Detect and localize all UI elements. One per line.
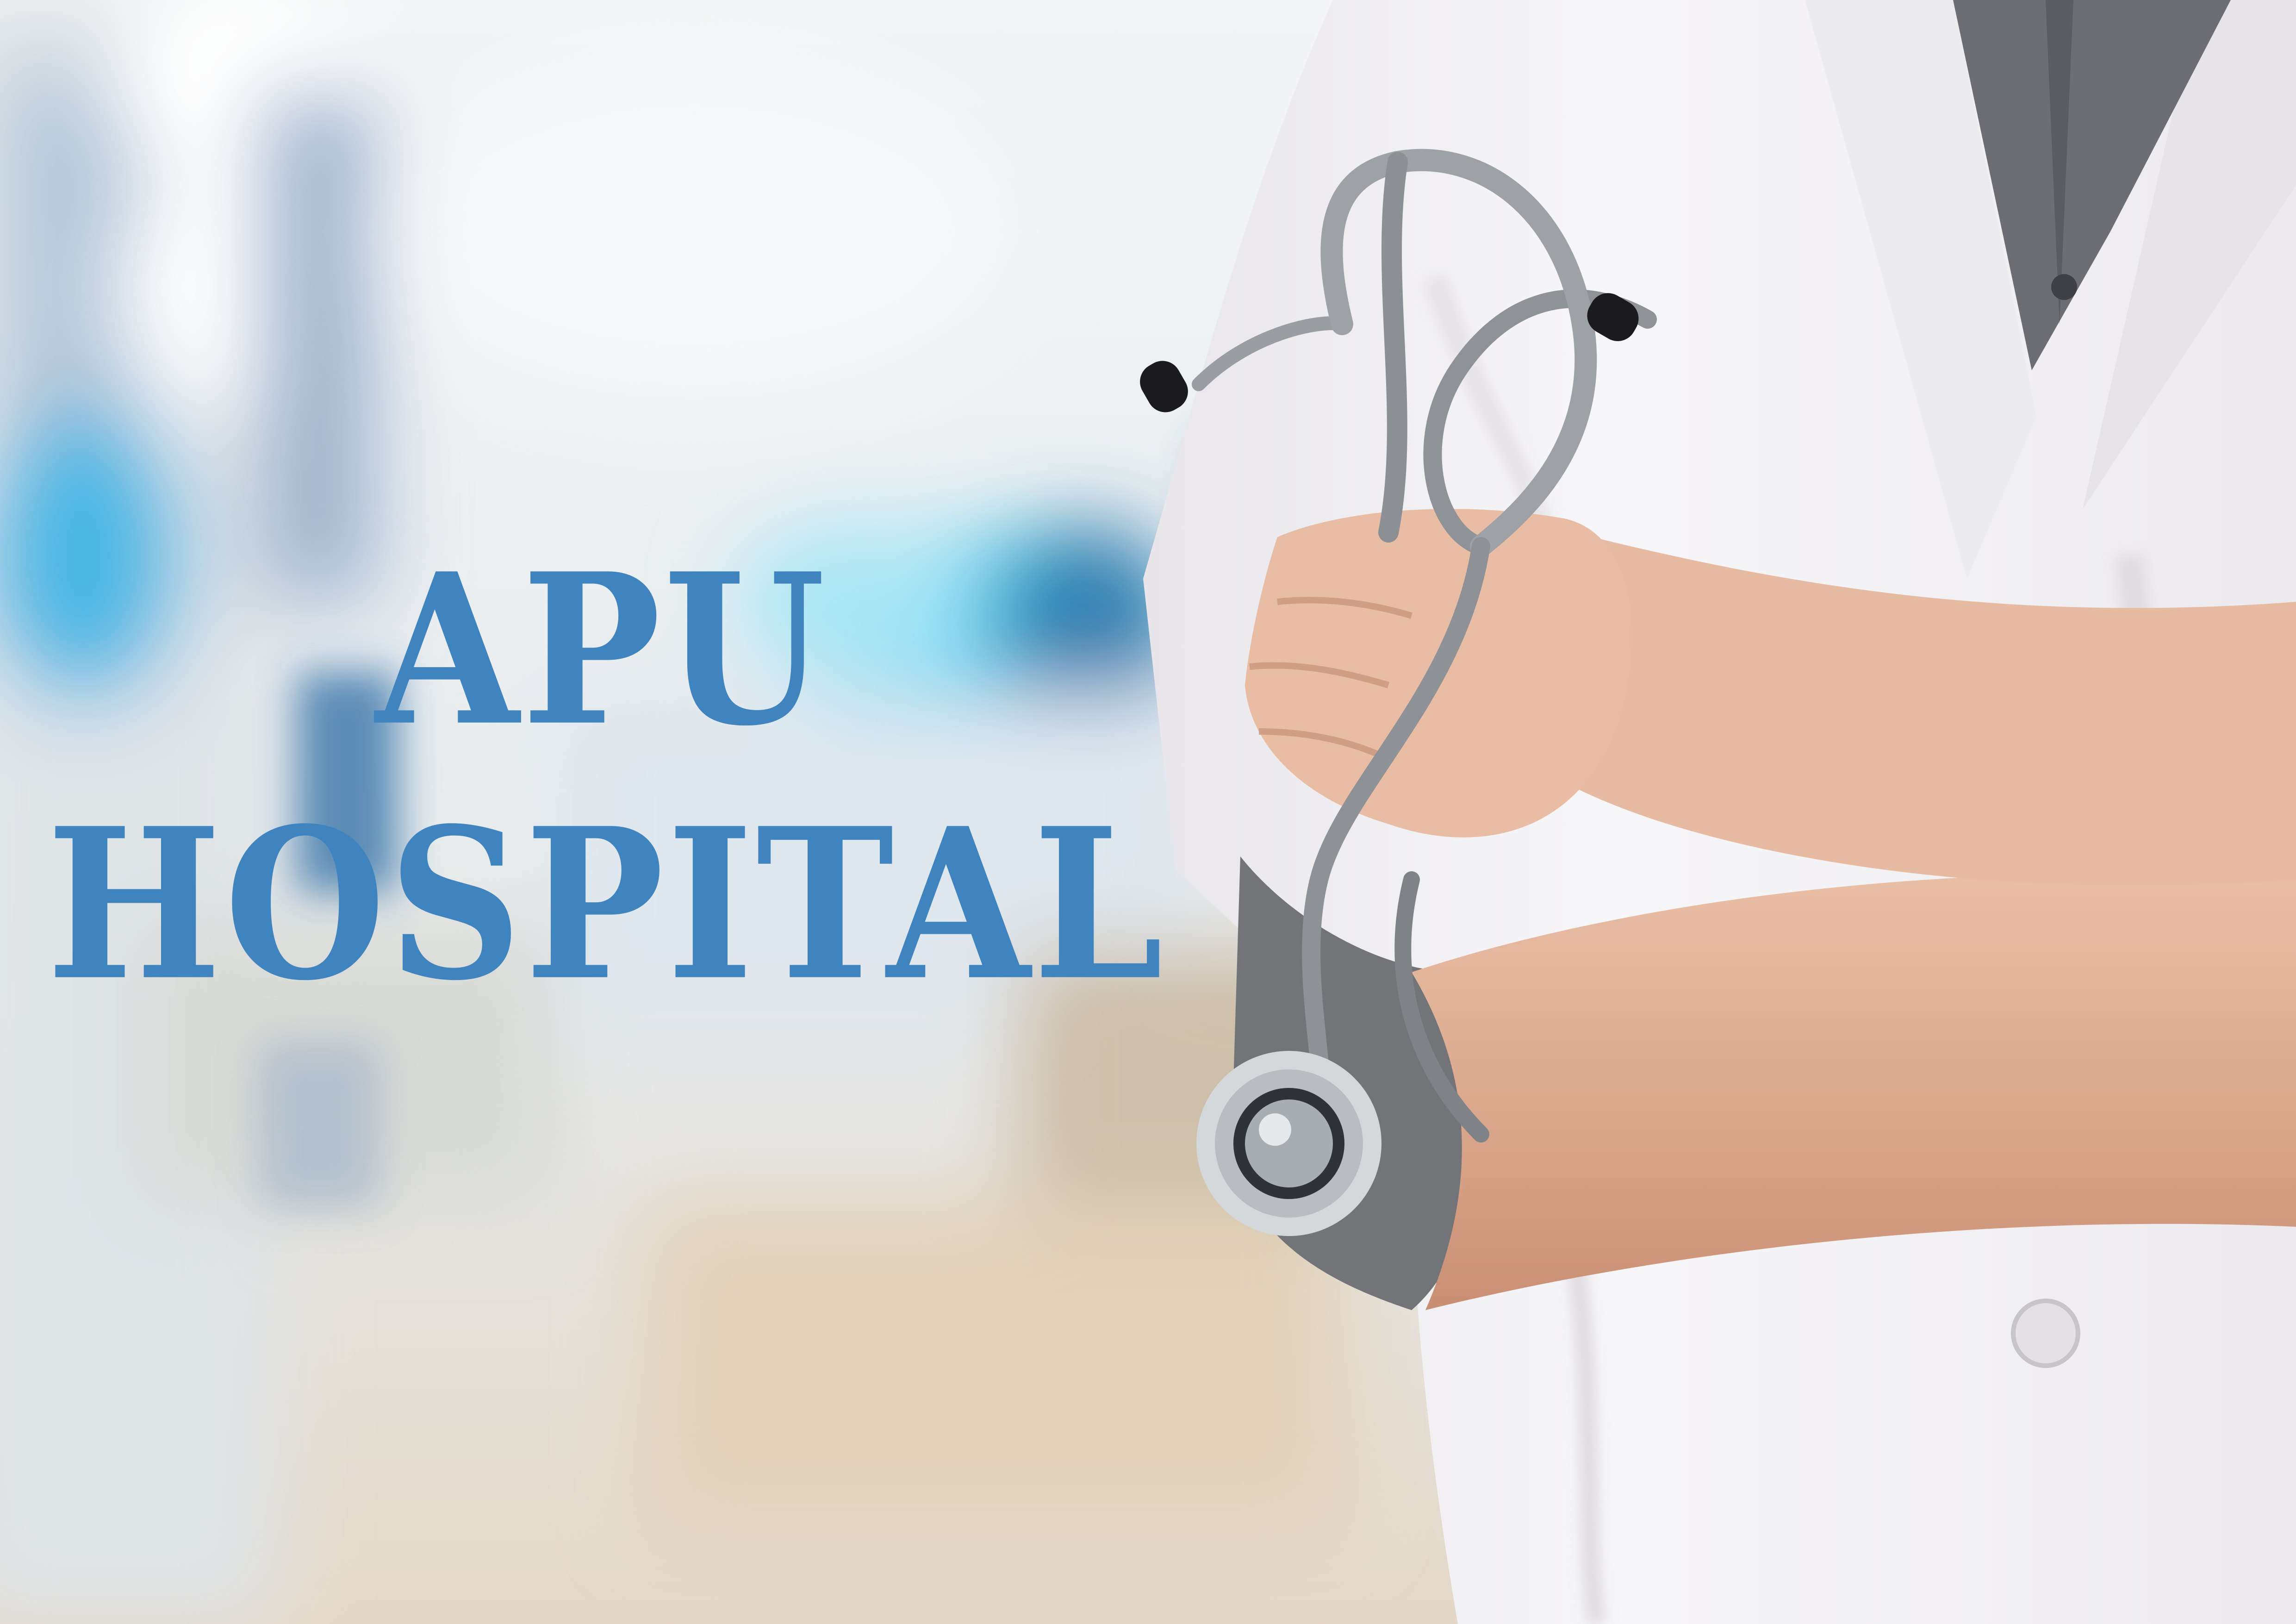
- coat-button: [2011, 1299, 2080, 1368]
- title-line-2: HOSPITAL: [46, 782, 1166, 1027]
- stethoscope-chestpiece: [1196, 1051, 1381, 1236]
- hospital-title: APU HOSPITAL: [0, 528, 1185, 1008]
- hospital-banner: APU HOSPITAL: [0, 0, 2296, 1624]
- title-line-1: APU: [375, 528, 828, 772]
- shirt-button: [2051, 274, 2077, 300]
